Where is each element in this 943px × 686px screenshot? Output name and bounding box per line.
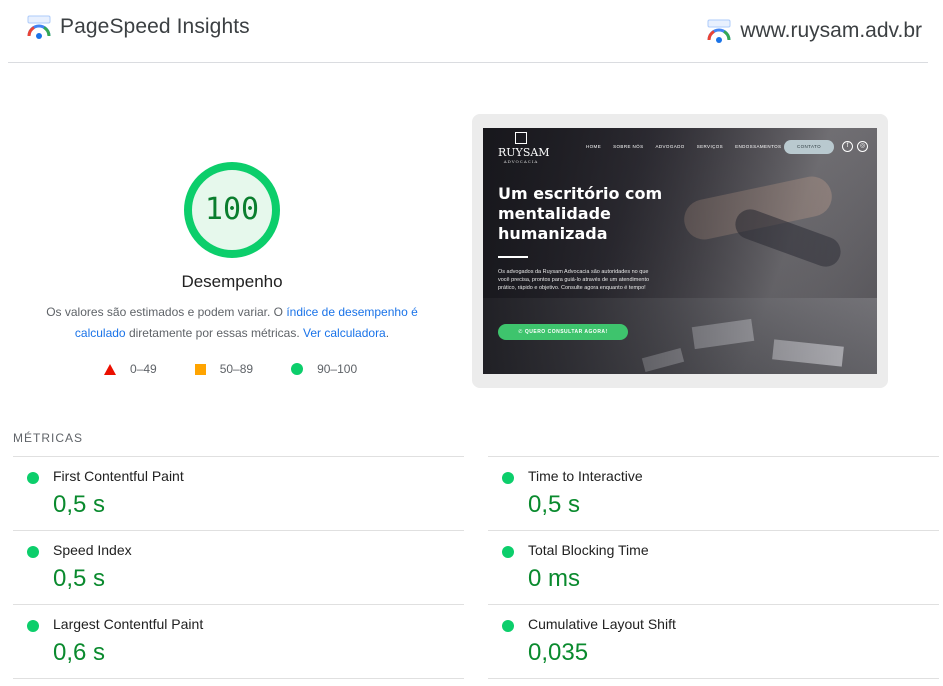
metric-cls: Cumulative Layout Shift 0,035 (488, 604, 939, 678)
legend-range: 50–89 (219, 362, 254, 376)
final-screenshot[interactable]: RUYSAM ADVOCACIA HOME SOBRE NÓS ADVOGADO… (483, 128, 877, 374)
divider (13, 678, 464, 679)
logo-text: RUYSAM (498, 146, 550, 159)
pass-circle-icon (502, 472, 514, 484)
score-description: Os valores são estimados e podem variar.… (40, 302, 424, 344)
desc-text: . (385, 326, 390, 340)
pass-circle-icon (502, 620, 514, 632)
metric-name: First Contentful Paint (53, 468, 184, 484)
pass-circle-icon (27, 546, 39, 558)
circle-icon (291, 363, 304, 375)
logo-subtext: ADVOCACIA (503, 159, 539, 164)
metric-value: 0,035 (528, 639, 589, 666)
site-nav-item: SERVIÇOS (696, 144, 724, 149)
performance-score: 100 (204, 192, 260, 227)
metric-value: 0,5 s (53, 491, 106, 518)
metric-value: 0,5 s (53, 565, 106, 592)
metric-tbt: Total Blocking Time 0 ms (488, 530, 939, 604)
triangle-icon (104, 363, 116, 375)
pass-circle-icon (502, 546, 514, 558)
analyzed-site: www.ruysam.adv.br (706, 18, 922, 44)
metric-name: Cumulative Layout Shift (528, 616, 676, 632)
site-nav-item: ADVOGADO (655, 144, 685, 149)
metric-fcp: First Contentful Paint 0,5 s (13, 456, 464, 530)
legend-range: 90–100 (317, 362, 358, 376)
legend-pass: 90–100 (291, 362, 357, 376)
site-cta-button: ✆ QUERO CONSULTAR AGORA! (498, 324, 628, 340)
square-icon (194, 363, 206, 375)
site-nav-item: HOME (586, 144, 602, 149)
metric-tti: Time to Interactive 0,5 s (488, 456, 939, 530)
site-nav: HOME SOBRE NÓS ADVOGADO SERVIÇOS ENDOSSA… (586, 144, 793, 149)
pagespeed-gauge-icon (27, 15, 51, 39)
legend-average: 50–89 (194, 362, 254, 376)
site-url: www.ruysam.adv.br (740, 19, 922, 42)
desc-text: Os valores são estimados e podem variar.… (46, 305, 287, 319)
facebook-icon: f (842, 141, 853, 152)
pagespeed-gauge-icon (707, 19, 731, 43)
site-body-text: Os advogados da Ruysam Advocacia são aut… (498, 269, 650, 291)
headline-divider (498, 256, 528, 258)
metric-lcp: Largest Contentful Paint 0,6 s (13, 604, 464, 678)
header-bar: PageSpeed Insights www.ruysam.adv.br (8, 0, 928, 63)
performance-gauge: 100 (182, 160, 282, 260)
logo-mark (515, 132, 527, 144)
metric-speed-index: Speed Index 0,5 s (13, 530, 464, 604)
metric-value: 0,5 s (528, 491, 581, 518)
divider (488, 678, 939, 679)
instagram-icon: ◎ (857, 141, 868, 152)
brand[interactable]: PageSpeed Insights (26, 14, 250, 40)
site-nav-item: SOBRE NÓS (613, 144, 644, 149)
legend-range: 0–49 (130, 362, 157, 376)
score-legend: 0–49 50–89 90–100 (104, 362, 395, 376)
performance-label: Desempenho (181, 272, 283, 291)
metric-name: Total Blocking Time (528, 542, 649, 558)
legend-fail: 0–49 (104, 362, 157, 376)
pass-circle-icon (27, 472, 39, 484)
site-contact-button: CONTATO (784, 140, 834, 154)
metric-value: 0 ms (528, 565, 581, 592)
site-nav-item: ENDOSSAMENTOS (735, 144, 782, 149)
site-headline: Um escritório com mentalidade humanizada (498, 184, 663, 243)
site-logo: RUYSAM ADVOCACIA (498, 132, 550, 164)
brand-title: PageSpeed Insights (60, 15, 250, 38)
metric-name: Speed Index (53, 542, 132, 558)
metric-name: Time to Interactive (528, 468, 643, 484)
calculator-link[interactable]: Ver calculadora (303, 326, 386, 340)
pass-circle-icon (27, 620, 39, 632)
metric-name: Largest Contentful Paint (53, 616, 204, 632)
metrics-title: MÉTRICAS (13, 431, 84, 445)
desc-text: diretamente por essas métricas. (125, 326, 304, 340)
metric-value: 0,6 s (53, 639, 106, 666)
